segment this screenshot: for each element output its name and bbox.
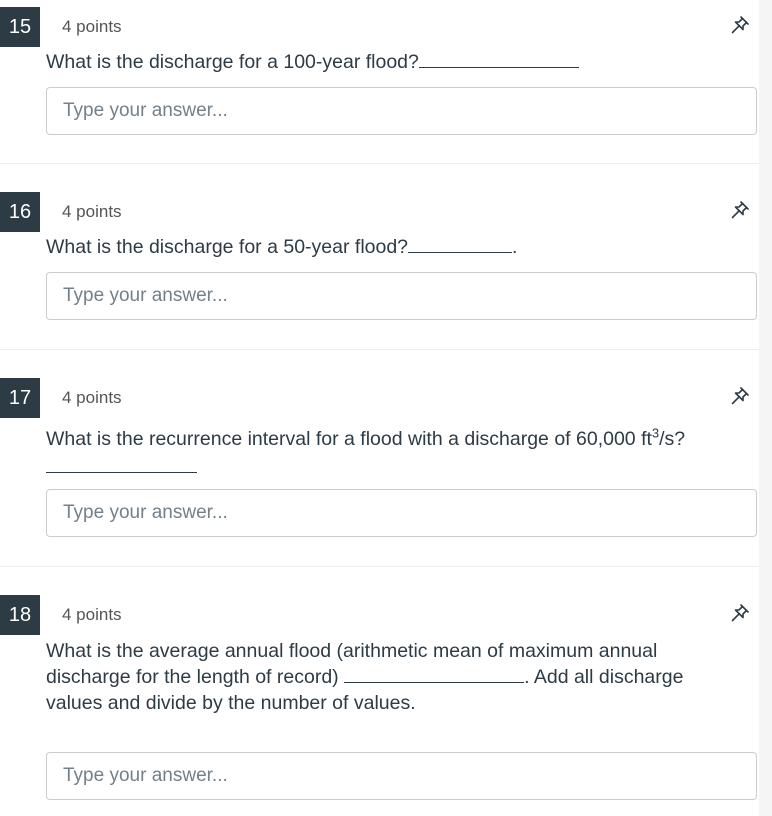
- question-text: What is the discharge for a 50-year floo…: [46, 234, 736, 260]
- answer-input[interactable]: [46, 87, 757, 135]
- question-prompt: What is the discharge for a 100-year flo…: [46, 51, 419, 73]
- question-16: 16 4 points What is the discharge for a …: [0, 185, 759, 349]
- question-line-2-end: . Add all discharge: [524, 666, 684, 688]
- pin-icon[interactable]: [728, 198, 752, 222]
- question-points: 4 points: [62, 605, 122, 624]
- question-prompt: What is the recurrence interval for a fl…: [46, 428, 652, 450]
- quiz-questions: 15 4 points What is the discharge for a …: [0, 0, 772, 816]
- question-text: What is the discharge for a 100-year flo…: [46, 49, 736, 75]
- answer-blank: [46, 454, 197, 473]
- question-number: 16: [0, 192, 40, 232]
- divider: [0, 566, 759, 567]
- question-15: 15 4 points What is the discharge for a …: [0, 0, 759, 164]
- pin-icon[interactable]: [728, 601, 752, 625]
- question-text: What is the recurrence interval for a fl…: [46, 426, 746, 452]
- divider: [0, 349, 759, 350]
- scroll-gutter: [759, 0, 772, 816]
- question-prompt: What is the discharge for a 50-year floo…: [46, 236, 409, 258]
- answer-blank: [344, 664, 525, 683]
- pin-icon[interactable]: [728, 384, 752, 408]
- question-points: 4 points: [62, 388, 122, 407]
- question-line-3: values and divide by the number of value…: [46, 692, 416, 714]
- question-number: 15: [0, 7, 40, 47]
- divider: [0, 163, 759, 164]
- question-number: 17: [0, 378, 40, 418]
- question-points: 4 points: [62, 202, 122, 221]
- answer-blank: [408, 234, 513, 253]
- answer-blank: [418, 49, 579, 68]
- answer-input[interactable]: [46, 752, 757, 800]
- question-number: 18: [0, 595, 40, 635]
- question-prompt-end: /s?: [659, 428, 686, 450]
- question-text: What is the average annual flood (arithm…: [46, 638, 746, 716]
- question-points: 4 points: [62, 17, 122, 36]
- answer-input[interactable]: [46, 272, 757, 320]
- answer-input[interactable]: [46, 489, 757, 537]
- question-line-2: discharge for the length of record) . Ad…: [46, 664, 746, 690]
- question-line-1: What is the average annual flood (arithm…: [46, 640, 658, 662]
- question-17: 17 4 points What is the recurrence inter…: [0, 371, 759, 567]
- question-18: 18 4 points What is the average annual f…: [0, 588, 759, 816]
- question-line-2-start: discharge for the length of record): [46, 666, 339, 688]
- question-punctuation: .: [512, 236, 518, 258]
- pin-icon[interactable]: [728, 13, 752, 37]
